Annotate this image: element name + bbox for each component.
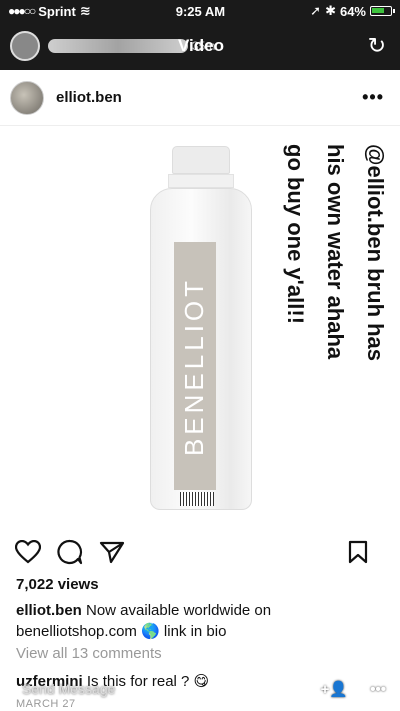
story-username-redacted (48, 39, 188, 53)
refresh-icon[interactable]: ↻ (368, 33, 386, 59)
story-title: Video (178, 36, 224, 55)
comment-icon[interactable] (56, 538, 84, 566)
post-actions (0, 532, 400, 572)
carrier-name: Sprint (38, 3, 76, 19)
post-caption: elliot.ben Now available worldwide on be… (16, 600, 386, 642)
post-image[interactable]: BENELLIOT @elliot.ben bruh has his own w… (0, 126, 400, 532)
caption-username[interactable]: elliot.ben (16, 602, 82, 619)
story-avatar[interactable] (10, 31, 40, 61)
post-header: elliot.ben ••• (0, 70, 400, 126)
add-person-icon[interactable]: +👤 (321, 680, 348, 698)
overlay-line-3: go buy one y'all!! (283, 144, 308, 325)
view-count[interactable]: 7,022 views (16, 576, 99, 593)
heart-icon[interactable] (14, 538, 42, 566)
status-bar: ●●●○○ Sprint ≋ 9:25 AM ➚ ✱ 64% (0, 0, 400, 22)
battery-percent: 64% (339, 3, 366, 19)
story-header: 35m Video ↻ (0, 22, 400, 70)
signal-icon: ●●●○○ (8, 4, 36, 18)
overlay-line-1: @elliot.ben bruh has (363, 144, 388, 362)
bookmark-icon[interactable] (344, 538, 372, 566)
post-username[interactable]: elliot.ben (56, 89, 122, 106)
battery-icon (370, 6, 395, 16)
avatar[interactable] (10, 80, 44, 115)
bottle-label: BENELLIOT (174, 242, 216, 490)
water-bottle: BENELLIOT (150, 146, 252, 512)
overlay-text: @elliot.ben bruh has his own water ahaha… (268, 144, 388, 514)
barcode (180, 492, 214, 506)
view-all-comments-link[interactable]: View all 13 comments (16, 645, 162, 662)
send-message-bar: Send Message +👤 ••• (0, 676, 400, 702)
wifi-icon: ≋ (79, 3, 91, 18)
location-icon: ➚ (310, 3, 322, 18)
overlay-line-2: his own water ahaha (323, 144, 348, 360)
clock: 9:25 AM (175, 3, 226, 19)
more-options-icon[interactable]: ••• (362, 87, 384, 108)
bluetooth-icon: ✱ (325, 3, 336, 18)
send-message-input[interactable]: Send Message (22, 681, 115, 697)
share-icon[interactable] (98, 538, 126, 566)
more-icon[interactable]: ••• (370, 681, 386, 698)
